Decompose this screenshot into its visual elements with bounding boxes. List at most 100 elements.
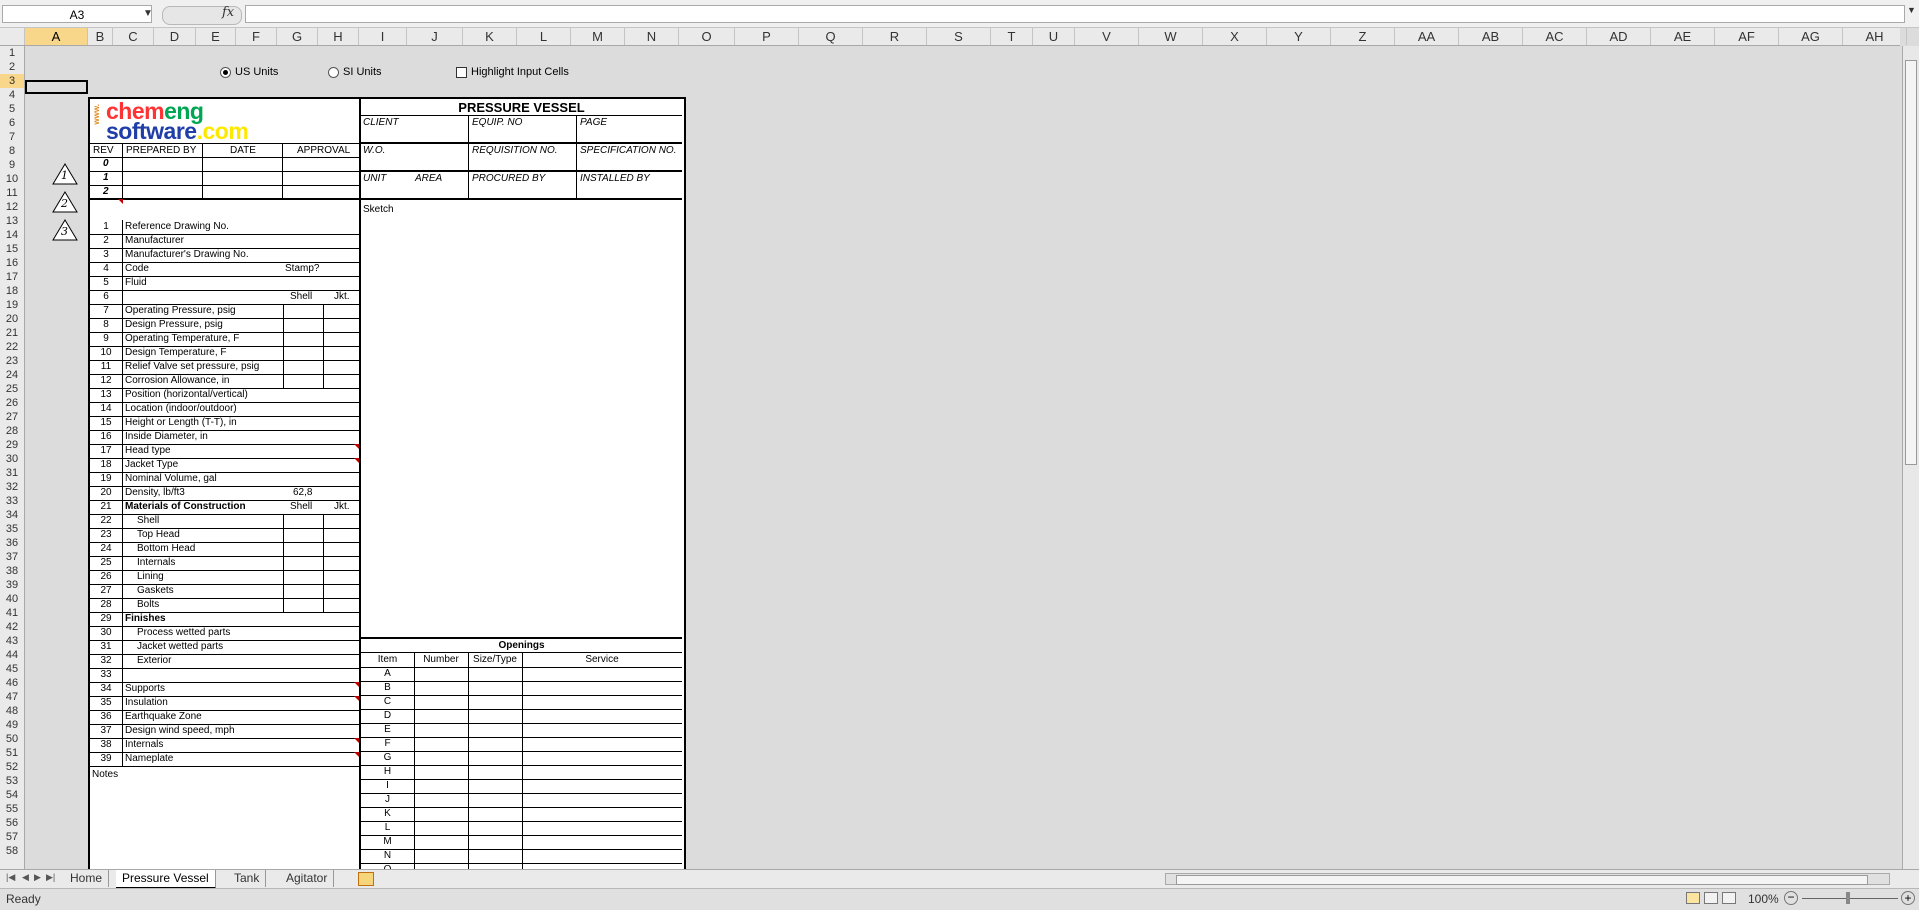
row-header-10[interactable]: 10 <box>0 172 24 186</box>
column-header-j[interactable]: J <box>407 28 463 45</box>
item-row[interactable]: 1 Reference Drawing No. <box>90 220 359 235</box>
row-header-6[interactable]: 6 <box>0 116 24 130</box>
row-header-43[interactable]: 43 <box>0 634 24 648</box>
column-header-n[interactable]: N <box>625 28 679 45</box>
row-header-46[interactable]: 46 <box>0 676 24 690</box>
row-header-15[interactable]: 15 <box>0 242 24 256</box>
column-header-l[interactable]: L <box>517 28 571 45</box>
page-break-icon[interactable] <box>1722 892 1736 904</box>
row-header-50[interactable]: 50 <box>0 732 24 746</box>
item-row[interactable]: 21 Materials of Construction Shell Jkt. <box>90 500 359 515</box>
item-row[interactable]: 20 Density, lb/ft3 62,8 <box>90 486 359 501</box>
column-header-z[interactable]: Z <box>1331 28 1395 45</box>
row-header-29[interactable]: 29 <box>0 438 24 452</box>
row-header-44[interactable]: 44 <box>0 648 24 662</box>
row-header-54[interactable]: 54 <box>0 788 24 802</box>
tab-pressure-vessel[interactable]: Pressure Vessel <box>116 870 216 889</box>
row-header-1[interactable]: 1 <box>0 46 24 60</box>
column-header-x[interactable]: X <box>1203 28 1267 45</box>
column-header-ab[interactable]: AB <box>1459 28 1523 45</box>
openings-row[interactable]: F <box>361 737 682 752</box>
row-header-41[interactable]: 41 <box>0 606 24 620</box>
row-header-17[interactable]: 17 <box>0 270 24 284</box>
row-header-14[interactable]: 14 <box>0 228 24 242</box>
row-header-19[interactable]: 19 <box>0 298 24 312</box>
row-header-27[interactable]: 27 <box>0 410 24 424</box>
item-row[interactable]: 30 Process wetted parts <box>90 626 359 641</box>
row-header-21[interactable]: 21 <box>0 326 24 340</box>
item-row[interactable]: 12 Corrosion Allowance, in <box>90 374 359 389</box>
function-icon[interactable]: fx <box>222 5 234 20</box>
openings-row[interactable]: L <box>361 821 682 836</box>
row-header-53[interactable]: 53 <box>0 774 24 788</box>
column-header-v[interactable]: V <box>1075 28 1139 45</box>
item-row[interactable]: 2 Manufacturer <box>90 234 359 249</box>
openings-row[interactable]: A <box>361 667 682 682</box>
zoom-out-button[interactable]: − <box>1784 891 1798 905</box>
column-header-af[interactable]: AF <box>1715 28 1779 45</box>
openings-row[interactable]: I <box>361 779 682 794</box>
item-row[interactable]: 26 Lining <box>90 570 359 585</box>
item-row[interactable]: 24 Bottom Head <box>90 542 359 557</box>
item-row[interactable]: 18 Jacket Type <box>90 458 359 473</box>
item-row[interactable]: 22 Shell <box>90 514 359 529</box>
column-header-w[interactable]: W <box>1139 28 1203 45</box>
chevron-down-icon[interactable]: ▼ <box>143 5 153 23</box>
openings-row[interactable]: G <box>361 751 682 766</box>
row-header-12[interactable]: 12 <box>0 200 24 214</box>
row-header-23[interactable]: 23 <box>0 354 24 368</box>
openings-row[interactable]: D <box>361 709 682 724</box>
item-row[interactable]: 36 Earthquake Zone <box>90 710 359 725</box>
column-header-aa[interactable]: AA <box>1395 28 1459 45</box>
column-header-e[interactable]: E <box>196 28 236 45</box>
openings-row[interactable]: K <box>361 807 682 822</box>
column-header-q[interactable]: Q <box>799 28 863 45</box>
row-header-22[interactable]: 22 <box>0 340 24 354</box>
column-header-u[interactable]: U <box>1033 28 1075 45</box>
column-header-ac[interactable]: AC <box>1523 28 1587 45</box>
column-header-m[interactable]: M <box>571 28 625 45</box>
column-header-d[interactable]: D <box>154 28 196 45</box>
row-header-24[interactable]: 24 <box>0 368 24 382</box>
item-row[interactable]: 9 Operating Temperature, F <box>90 332 359 347</box>
row-header-35[interactable]: 35 <box>0 522 24 536</box>
column-header-r[interactable]: R <box>863 28 927 45</box>
item-row[interactable]: 27 Gaskets <box>90 584 359 599</box>
row-header-57[interactable]: 57 <box>0 830 24 844</box>
column-header-ah[interactable]: AH <box>1843 28 1907 45</box>
first-sheet-icon[interactable]: |◀ <box>6 872 15 883</box>
item-row[interactable]: 28 Bolts <box>90 598 359 613</box>
openings-row[interactable]: N <box>361 849 682 864</box>
row-header-51[interactable]: 51 <box>0 746 24 760</box>
item-row[interactable]: 38 Internals <box>90 738 359 753</box>
new-sheet-icon[interactable] <box>358 872 374 886</box>
row-header-7[interactable]: 7 <box>0 130 24 144</box>
item-row[interactable]: 17 Head type <box>90 444 359 459</box>
item-row[interactable]: 6 Shell Jkt. <box>90 290 359 305</box>
row-header-31[interactable]: 31 <box>0 466 24 480</box>
column-header-s[interactable]: S <box>927 28 991 45</box>
row-header-34[interactable]: 34 <box>0 508 24 522</box>
page-layout-icon[interactable] <box>1704 892 1718 904</box>
item-row[interactable]: 8 Design Pressure, psig <box>90 318 359 333</box>
item-row[interactable]: 3 Manufacturer's Drawing No. <box>90 248 359 263</box>
row-header-16[interactable]: 16 <box>0 256 24 270</box>
item-row[interactable]: 29 Finishes <box>90 612 359 627</box>
item-row[interactable]: 13 Position (horizontal/vertical) <box>90 388 359 403</box>
row-header-2[interactable]: 2 <box>0 60 24 74</box>
column-header-i[interactable]: I <box>359 28 407 45</box>
item-row[interactable]: 34 Supports <box>90 682 359 697</box>
row-header-4[interactable]: 4 <box>0 88 24 102</box>
column-header-k[interactable]: K <box>463 28 517 45</box>
item-row[interactable]: 7 Operating Pressure, psig <box>90 304 359 319</box>
row-header-9[interactable]: 9 <box>0 158 24 172</box>
column-header-ae[interactable]: AE <box>1651 28 1715 45</box>
item-row[interactable]: 33 <box>90 668 359 683</box>
row-header-36[interactable]: 36 <box>0 536 24 550</box>
expand-icon[interactable]: ▼ <box>1907 5 1916 15</box>
column-header-g[interactable]: G <box>277 28 318 45</box>
active-cell[interactable] <box>25 80 88 94</box>
column-header-t[interactable]: T <box>991 28 1033 45</box>
row-header-37[interactable]: 37 <box>0 550 24 564</box>
item-row[interactable]: 32 Exterior <box>90 654 359 669</box>
